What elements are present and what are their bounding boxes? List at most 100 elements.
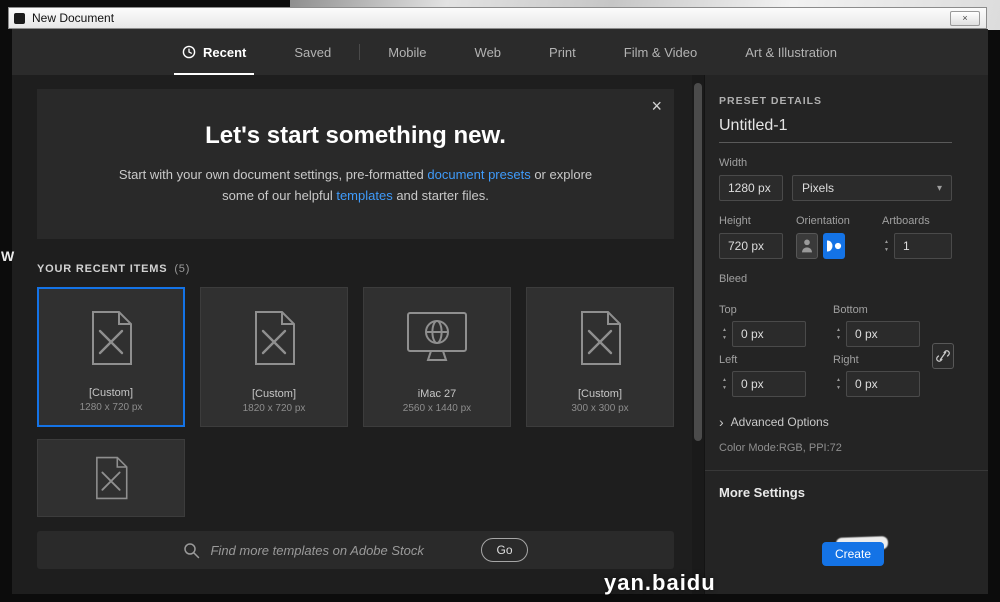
step-up-icon[interactable]: ▲ xyxy=(719,377,730,383)
chain-link-icon xyxy=(936,350,950,362)
recent-item-size: 2560 x 1440 px xyxy=(402,403,472,414)
height-input[interactable] xyxy=(719,233,783,259)
document-icon xyxy=(527,288,673,388)
height-label: Height xyxy=(719,215,751,227)
close-icon: × xyxy=(651,96,662,116)
search-input[interactable] xyxy=(210,542,466,558)
recent-item-size: 300 x 300 px xyxy=(571,403,629,414)
app-icon xyxy=(14,12,25,24)
hero-description: Start with your own document settings, p… xyxy=(116,165,596,205)
orientation-landscape-button[interactable] xyxy=(823,233,845,259)
bleed-section: Top ▲▼ Bottom ▲▼ xyxy=(719,297,954,397)
portrait-icon xyxy=(802,239,812,253)
recent-items-grid: [Custom] 1280 x 720 px [Custom] 1820 x 7… xyxy=(37,287,674,517)
document-icon xyxy=(38,440,184,516)
scrollbar-track[interactable] xyxy=(692,75,704,594)
artboards-input[interactable] xyxy=(894,233,952,259)
hero-desc-text: and starter files. xyxy=(392,187,489,203)
recent-item-name: [Custom] xyxy=(251,388,296,400)
preset-details-heading: PRESET DETAILS xyxy=(719,95,823,107)
hero-banner: Let's start something new. Start with yo… xyxy=(37,89,674,239)
tab-recent[interactable]: Recent xyxy=(158,29,270,75)
color-mode-summary: Color Mode:RGB, PPI:72 xyxy=(719,442,842,454)
tab-web[interactable]: Web xyxy=(451,29,526,75)
tab-label: Print xyxy=(549,44,576,60)
tab-film-video[interactable]: Film & Video xyxy=(600,29,721,75)
document-name-input[interactable] xyxy=(719,107,952,143)
window-titlebar[interactable]: New Document × xyxy=(8,7,987,29)
recent-item-card[interactable]: [Custom] 1820 x 720 px xyxy=(200,287,348,427)
step-up-icon[interactable]: ▲ xyxy=(719,327,730,333)
bleed-top-stepper[interactable]: ▲ ▼ xyxy=(719,327,730,341)
chevron-right-icon: › xyxy=(719,414,724,430)
tab-group-divider xyxy=(359,44,361,60)
tab-print[interactable]: Print xyxy=(525,29,600,75)
new-document-dialog: Recent Saved Mobile Web Print Film & Vid… xyxy=(12,29,988,594)
tab-label: Saved xyxy=(294,44,332,60)
bleed-bottom-stepper[interactable]: ▲ ▼ xyxy=(833,327,844,341)
recent-item-card[interactable]: iMac 27 2560 x 1440 px xyxy=(363,287,511,427)
width-input[interactable] xyxy=(719,175,783,201)
step-down-icon[interactable]: ▼ xyxy=(881,247,892,253)
bleed-bottom-input[interactable] xyxy=(846,321,920,347)
tab-label: Art & Illustration xyxy=(745,44,837,60)
bleed-right-label: Right xyxy=(833,354,859,366)
step-down-icon[interactable]: ▼ xyxy=(833,335,844,341)
bleed-link-button[interactable] xyxy=(932,343,954,369)
bleed-bottom-label: Bottom xyxy=(833,304,868,316)
bleed-top-label: Top xyxy=(719,304,737,316)
recent-item-name: [Custom] xyxy=(88,387,133,399)
hero-close-button[interactable]: × xyxy=(651,97,662,115)
step-down-icon[interactable]: ▼ xyxy=(833,385,844,391)
adobe-stock-searchbar: Go xyxy=(37,531,674,569)
recent-items-title: YOUR RECENT ITEMS xyxy=(37,263,168,275)
bleed-left-stepper[interactable]: ▲ ▼ xyxy=(719,377,730,391)
step-up-icon[interactable]: ▲ xyxy=(833,327,844,333)
tab-label: Film & Video xyxy=(623,44,698,60)
units-select[interactable]: Pixels ▾ xyxy=(792,175,952,201)
advanced-options-label: Advanced Options xyxy=(730,415,829,429)
step-down-icon[interactable]: ▼ xyxy=(719,335,730,341)
category-tabbar: Recent Saved Mobile Web Print Film & Vid… xyxy=(12,29,988,75)
search-icon xyxy=(183,542,200,559)
tab-art-illustration[interactable]: Art & Illustration xyxy=(721,29,861,75)
artboards-stepper[interactable]: ▲ ▼ xyxy=(881,239,892,253)
tab-label: Recent xyxy=(203,44,247,60)
bleed-left-label: Left xyxy=(719,354,738,366)
document-presets-link[interactable]: document presets xyxy=(427,167,530,182)
bleed-right-stepper[interactable]: ▲ ▼ xyxy=(833,377,844,391)
recent-items-heading: YOUR RECENT ITEMS (5) xyxy=(37,263,674,275)
go-button[interactable]: Go xyxy=(481,538,528,562)
bleed-top-input[interactable] xyxy=(732,321,806,347)
orientation-label: Orientation xyxy=(796,215,850,227)
recent-items-count: (5) xyxy=(174,263,191,275)
more-settings-button[interactable]: More Settings xyxy=(719,485,952,500)
advanced-options-toggle[interactable]: › Advanced Options xyxy=(719,414,952,430)
screen: W New Document × Recent Saved Mobile Web… xyxy=(0,0,1000,602)
bleed-right-input[interactable] xyxy=(846,371,920,397)
sidebar-divider xyxy=(705,470,988,471)
watermark-text: yan.baidu xyxy=(604,570,716,595)
tab-mobile[interactable]: Mobile xyxy=(364,29,450,75)
recent-item-card[interactable] xyxy=(37,439,185,517)
close-icon: × xyxy=(962,13,968,23)
templates-link[interactable]: templates xyxy=(336,188,392,203)
recent-item-name: iMac 27 xyxy=(417,388,457,400)
recent-item-card[interactable]: [Custom] 300 x 300 px xyxy=(526,287,674,427)
tab-saved[interactable]: Saved xyxy=(270,29,355,75)
recent-item-name: [Custom] xyxy=(577,388,622,400)
orientation-portrait-button[interactable] xyxy=(796,233,818,259)
window-title: New Document xyxy=(32,11,115,25)
recent-item-card[interactable]: [Custom] 1280 x 720 px xyxy=(37,287,185,427)
document-icon xyxy=(39,289,183,387)
document-icon xyxy=(201,288,347,388)
step-down-icon[interactable]: ▼ xyxy=(719,385,730,391)
bleed-left-input[interactable] xyxy=(732,371,806,397)
background-letter: W xyxy=(1,248,15,264)
step-up-icon[interactable]: ▲ xyxy=(881,239,892,245)
scrollbar-thumb[interactable] xyxy=(694,83,702,441)
bleed-label: Bleed xyxy=(719,273,748,285)
window-close-button[interactable]: × xyxy=(950,10,980,26)
create-button[interactable]: Create xyxy=(821,542,884,566)
step-up-icon[interactable]: ▲ xyxy=(833,377,844,383)
